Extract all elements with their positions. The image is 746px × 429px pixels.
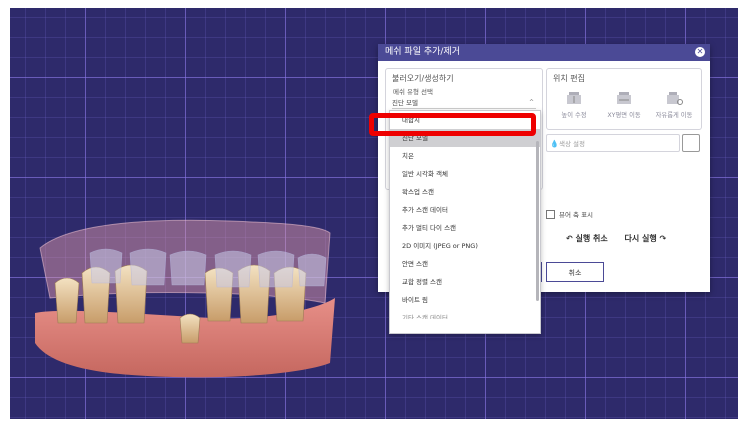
load-group-title: 불러오기/생성하기 <box>392 74 454 83</box>
highlight-box <box>369 113 536 136</box>
xy-move-button[interactable]: XY평면 이동 <box>600 90 648 119</box>
xy-move-icon <box>617 92 631 104</box>
xy-move-label: XY평면 이동 <box>607 112 641 119</box>
height-adjust-icon <box>567 92 581 104</box>
undo-redo-row: ↶ 실행 취소 다시 실행 ↷ <box>566 233 680 244</box>
viewer-axis-label: 뷰어 축 표시 <box>559 211 594 219</box>
dropdown-option[interactable]: 일반 시각화 객체 <box>390 165 540 183</box>
dialog-title-bar: 메쉬 파일 추가/제거 ✕ <box>378 44 710 61</box>
dropdown-option[interactable]: 2D 이미지 (JPEG or PNG) <box>390 237 540 255</box>
mesh-type-select[interactable]: 진단 모델 ^ <box>392 98 536 109</box>
color-swatch[interactable] <box>682 134 700 152</box>
viewer-axis-row: 뷰어 축 표시 <box>546 209 593 219</box>
height-adjust-button[interactable]: 높이 수정 <box>550 90 598 119</box>
chevron-up-icon: ^ <box>528 99 534 106</box>
close-icon[interactable]: ✕ <box>695 47 705 57</box>
mesh-type-value: 진단 모델 <box>392 99 418 107</box>
dropdown-option[interactable]: 기타 스캔 데이터 <box>390 309 540 319</box>
dialog-title: 메쉬 파일 추가/제거 <box>385 47 460 57</box>
mesh-type-label: 메쉬 유형 선택 <box>393 88 434 96</box>
undo-button[interactable]: ↶ 실행 취소 <box>566 234 608 243</box>
height-adjust-label: 높이 수정 <box>561 112 587 119</box>
color-setting-label: 색상 설정 <box>559 140 585 148</box>
paint-drop-icon: 💧 <box>550 140 559 148</box>
cancel-button[interactable]: 취소 <box>546 262 604 282</box>
viewer-axis-checkbox[interactable] <box>546 209 555 219</box>
dropdown-option[interactable]: 안면 스캔 <box>390 255 540 273</box>
free-move-icon <box>667 92 683 105</box>
dropdown-scrollbar[interactable] <box>536 141 539 301</box>
color-setting-field[interactable]: 💧 색상 설정 <box>546 134 680 152</box>
dropdown-option[interactable]: 바이트 림 <box>390 291 540 309</box>
dropdown-option[interactable]: 추가 멀티 다이 스캔 <box>390 219 540 237</box>
dropdown-option[interactable]: 왁스업 스캔 <box>390 183 540 201</box>
dropdown-option[interactable]: 추가 스캔 데이터 <box>390 201 540 219</box>
free-move-label: 자유롭게 이동 <box>655 112 693 119</box>
color-setting-row: 💧 색상 설정 <box>546 134 700 152</box>
redo-button[interactable]: 다시 실행 ↷ <box>625 234 667 243</box>
mesh-type-dropdown: 대합치 진단 모델 치은 일반 시각화 객체 왁스업 스캔 추가 스캔 데이터 … <box>389 110 541 334</box>
dental-model-3d[interactable] <box>30 213 350 383</box>
dropdown-option[interactable]: 치은 <box>390 147 540 165</box>
position-group-title: 위치 편집 <box>553 74 585 83</box>
dropdown-option[interactable]: 교합 정렬 스캔 <box>390 273 540 291</box>
position-edit-group: 위치 편집 높이 수정 XY평면 이동 자유롭게 이동 <box>546 68 702 130</box>
free-move-button[interactable]: 자유롭게 이동 <box>650 90 698 119</box>
